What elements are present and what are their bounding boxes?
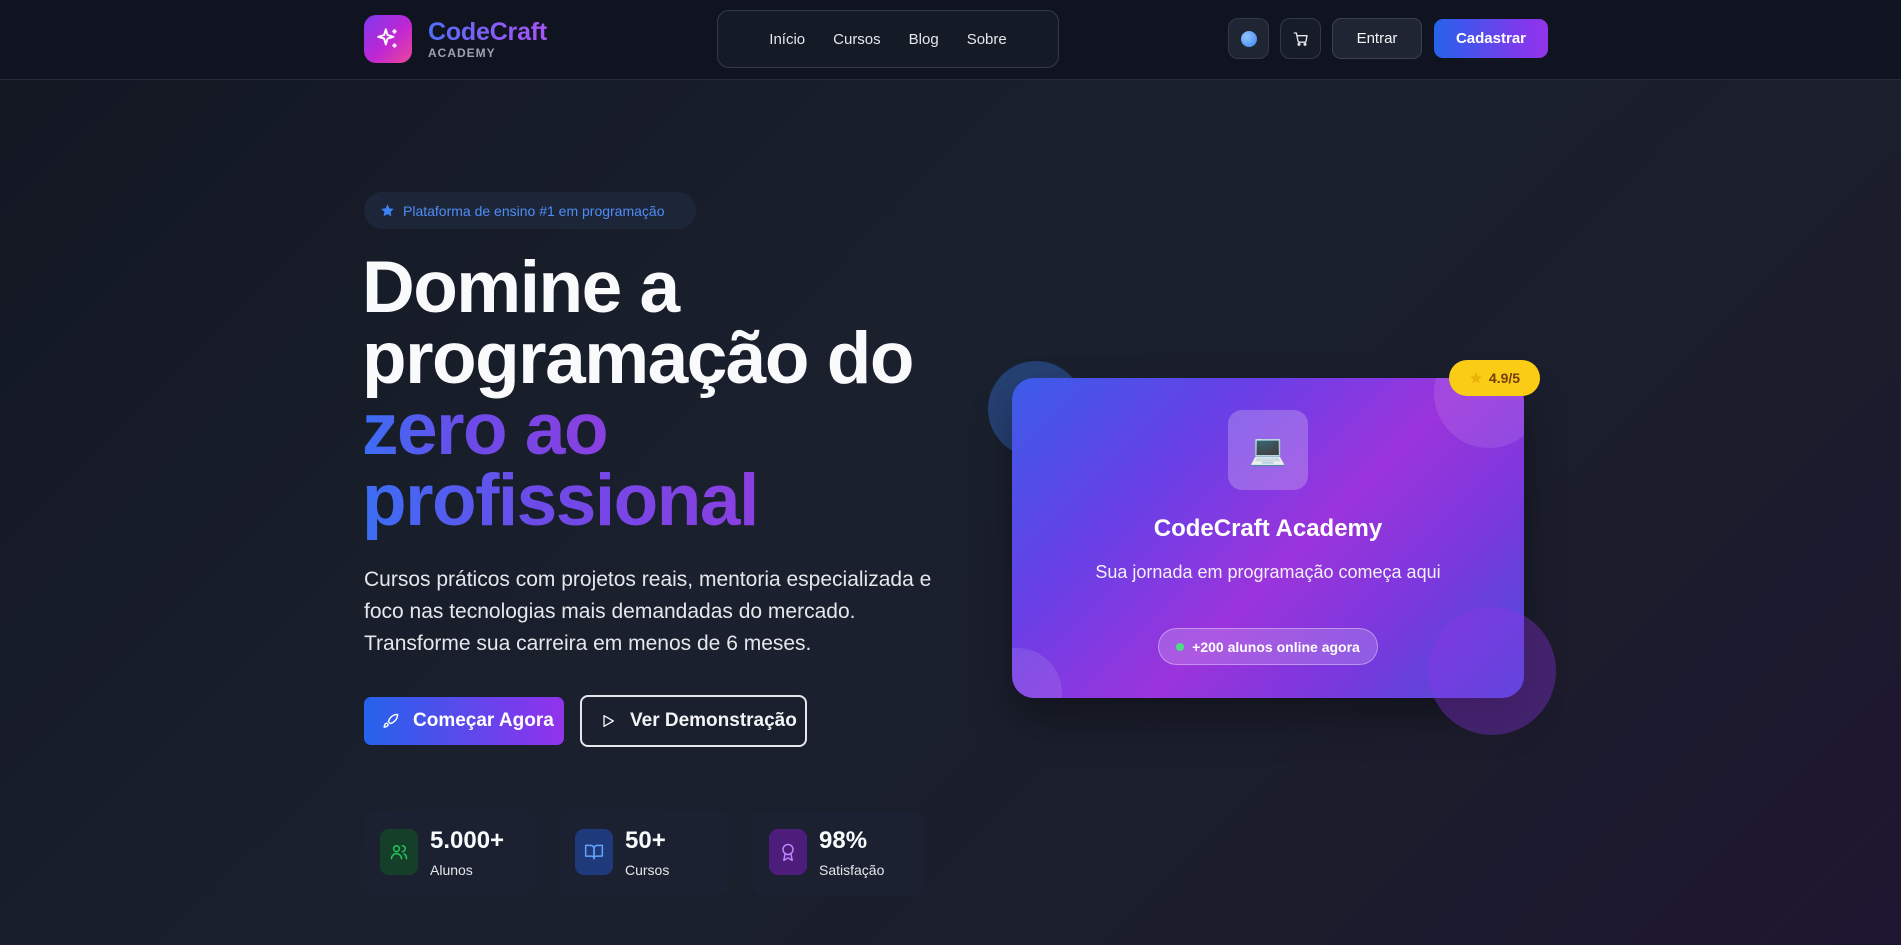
stat-value-satisfaction: 98% (819, 827, 868, 854)
top-navbar: CodeCraft ACADEMY Início Cursos Blog Sob… (0, 0, 1901, 80)
online-students-text: +200 alunos online agora (1192, 638, 1360, 655)
headline-line-1: Domine a (362, 247, 680, 328)
online-students-badge: +200 alunos online agora (1158, 628, 1378, 665)
start-now-label: Começar Agora (413, 710, 554, 731)
rocket-icon (383, 713, 399, 728)
rating-value: 4.9/5 (1488, 370, 1521, 386)
start-now-button[interactable]: Começar Agora (364, 697, 564, 745)
hero-badge-text: Plataforma de ensino #1 em programação (403, 202, 665, 219)
headline-line-2: programação do (362, 318, 914, 399)
decorative-circle-purple (1428, 607, 1556, 735)
star-icon (1470, 372, 1482, 384)
book-icon (575, 829, 613, 875)
nav-link-inicio[interactable]: Início (755, 31, 819, 48)
main-nav: Início Cursos Blog Sobre (717, 10, 1059, 68)
stat-card-students: 5.000+ Alunos (364, 811, 534, 896)
signup-button[interactable]: Cadastrar (1434, 19, 1548, 58)
login-button[interactable]: Entrar (1332, 18, 1422, 59)
stat-label-courses: Cursos (625, 862, 670, 878)
nav-link-blog[interactable]: Blog (895, 31, 953, 48)
headline-line-3: zero ao (362, 389, 609, 470)
hero-headline: Domine a programação do zero ao profissi… (362, 251, 962, 537)
rating-badge: 4.9/5 (1449, 360, 1540, 396)
brand-name[interactable]: CodeCraft (428, 18, 547, 47)
stat-value-courses: 50+ (625, 827, 666, 854)
stat-label-satisfaction: Satisfação (819, 862, 885, 878)
card-subtitle: Sua jornada em programação começa aqui (1095, 562, 1441, 582)
stat-card-satisfaction: 98% Satisfação (753, 811, 923, 896)
theme-toggle-button[interactable] (1228, 18, 1269, 59)
sparkles-icon[interactable] (364, 15, 412, 63)
online-status-dot (1176, 642, 1185, 651)
stat-value-students: 5.000+ (430, 827, 505, 854)
nav-link-cursos[interactable]: Cursos (819, 31, 895, 48)
cart-icon (1293, 31, 1308, 46)
laptop-icon: 💻 (1228, 410, 1308, 490)
stat-card-courses: 50+ Cursos (559, 811, 729, 896)
users-icon (380, 829, 418, 875)
moon-icon (1240, 30, 1257, 47)
play-icon (603, 715, 614, 727)
stat-label-students: Alunos (430, 862, 473, 878)
hero-badge: Plataforma de ensino #1 em programação (364, 192, 696, 229)
nav-link-sobre[interactable]: Sobre (953, 31, 1021, 48)
hero-description: Cursos práticos com projetos reais, ment… (364, 568, 932, 655)
card-bubble (1012, 648, 1062, 698)
headline-line-4: profissional (362, 460, 759, 541)
brand-subtitle: ACADEMY (428, 46, 496, 60)
watch-demo-label: Ver Demonstração (630, 710, 797, 731)
watch-demo-button[interactable]: Ver Demonstração (580, 695, 807, 747)
cart-button[interactable] (1280, 18, 1321, 59)
star-icon (381, 204, 394, 217)
card-title: CodeCraft Academy (1153, 515, 1383, 542)
award-icon (769, 829, 807, 875)
